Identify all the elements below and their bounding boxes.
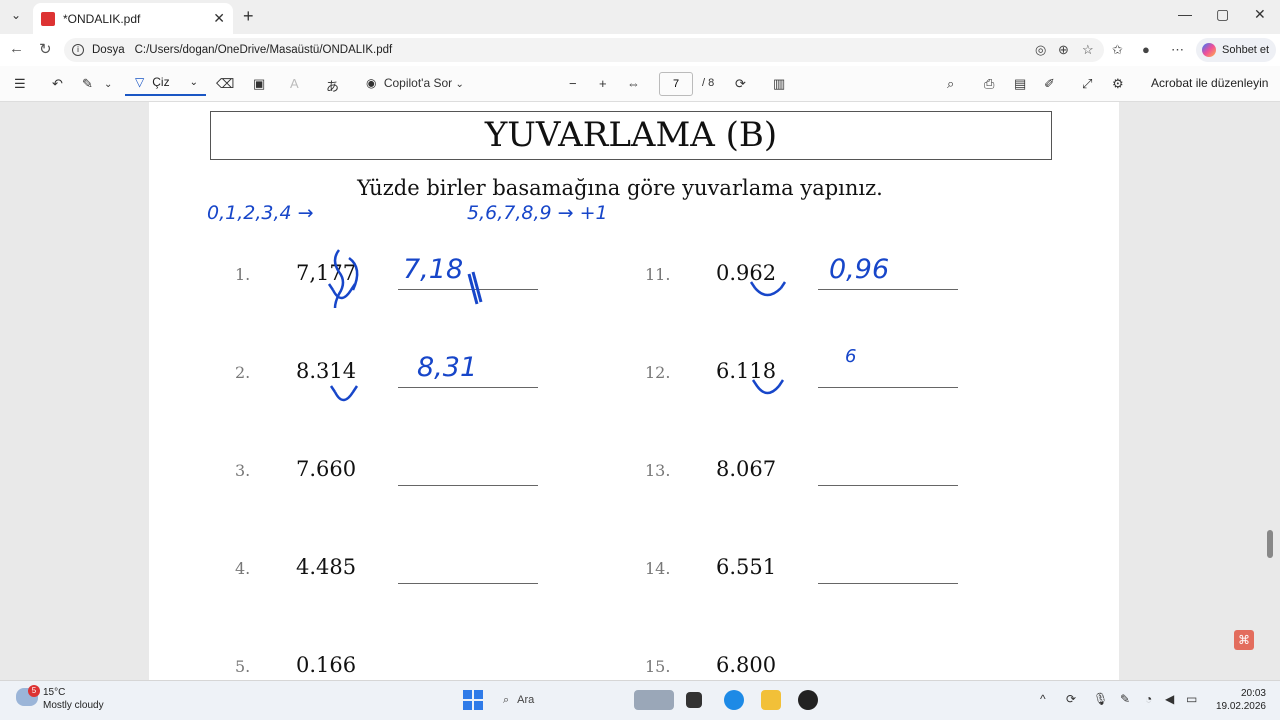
highlight-chevron-icon[interactable]: ⌄ xyxy=(104,79,112,90)
pdf-viewer: YUVARLAMA (B) Yüzde birler basamağına gö… xyxy=(0,102,1280,680)
acrobat-float-icon[interactable]: ⌘ xyxy=(1234,630,1254,650)
copilot-label: Sohbet et xyxy=(1222,44,1270,56)
tray-chevron-icon[interactable]: ^ xyxy=(1040,692,1046,706)
clock-time: 20:03 xyxy=(1240,688,1266,699)
maximize-button[interactable]: ▢ xyxy=(1216,6,1229,23)
read-aloud-icon[interactable]: ◎ xyxy=(1035,42,1046,58)
favorites-icon[interactable]: ✩ xyxy=(1112,42,1123,58)
copilot-ask-icon: ◉ xyxy=(366,76,377,90)
mic-icon[interactable]: 🎙 xyxy=(1093,692,1108,706)
zoom-icon[interactable]: ⊕ xyxy=(1058,42,1069,58)
draw-button[interactable]: ▽ Çiz ⌄ xyxy=(125,70,206,96)
undo-icon[interactable]: ↶ xyxy=(52,76,63,92)
close-tab-icon[interactable]: ✕ xyxy=(213,10,225,27)
obs-icon[interactable] xyxy=(798,690,818,710)
acrobat-edit-link[interactable]: Acrobat ile düzenleyin xyxy=(1151,76,1268,90)
settings-icon[interactable]: ⚙ xyxy=(1112,76,1124,92)
save-icon[interactable]: ▤ xyxy=(1014,76,1026,92)
new-tab-button[interactable]: + xyxy=(243,6,254,27)
more-icon[interactable]: ⋯ xyxy=(1171,42,1184,58)
copilot-ask-button[interactable]: ◉ Copilot'a Sor ⌄ xyxy=(366,76,464,90)
copilot-icon xyxy=(1202,43,1216,57)
page-number-input[interactable]: 7 xyxy=(659,72,693,96)
tab-title: *ONDALIK.pdf xyxy=(63,11,141,26)
copilot-ask-label: Copilot'a Sor xyxy=(383,76,453,90)
widgets-icon[interactable] xyxy=(634,690,674,710)
eraser-icon[interactable]: ⌫ xyxy=(216,76,234,92)
weather-widget[interactable]: 15°C Mostly cloudy xyxy=(43,686,104,712)
windows-start-icon[interactable] xyxy=(463,690,483,710)
volume-icon[interactable]: ◀ xyxy=(1165,692,1174,706)
battery-icon[interactable]: ▭ xyxy=(1186,692,1197,706)
close-window-button[interactable]: ✕ xyxy=(1254,6,1266,23)
tab-list-button[interactable]: ⌄ xyxy=(6,8,26,28)
task-view-icon[interactable] xyxy=(686,692,702,708)
info-icon[interactable]: i xyxy=(72,44,84,56)
file-explorer-icon[interactable] xyxy=(761,690,781,710)
back-button[interactable]: ← xyxy=(9,40,24,57)
draw-label: Çiz xyxy=(152,75,170,89)
translate-icon[interactable]: あ xyxy=(326,76,339,95)
edge-icon[interactable] xyxy=(724,690,744,710)
url-field[interactable]: i Dosya C:/Users/dogan/OneDrive/Masaüstü… xyxy=(64,38,1104,62)
text-box-icon[interactable]: ▣ xyxy=(253,76,265,92)
search-icon[interactable]: ⌕ xyxy=(947,76,954,92)
zoom-out-icon[interactable]: − xyxy=(569,76,577,91)
scrollbar[interactable] xyxy=(1266,102,1280,680)
pdf-page: YUVARLAMA (B) Yüzde birler basamağına gö… xyxy=(149,102,1119,680)
scrollbar-thumb[interactable] xyxy=(1267,530,1273,558)
url-text: C:/Users/dogan/OneDrive/Masaüstü/ONDALIK… xyxy=(134,44,393,56)
weather-desc: Mostly cloudy xyxy=(43,700,104,711)
pdf-icon xyxy=(41,11,55,26)
clock-date: 19.02.2026 xyxy=(1215,701,1266,712)
weather-temp: 15°C xyxy=(43,687,66,698)
page-total: / 8 xyxy=(702,77,715,89)
draw-icon: ▽ xyxy=(135,75,145,89)
rotate-icon[interactable]: ⟳ xyxy=(735,76,746,92)
taskbar-search-label: Ara xyxy=(517,694,535,706)
zoom-in-icon[interactable]: + xyxy=(599,76,607,91)
highlight-icon[interactable]: ✎ xyxy=(82,76,93,92)
contents-icon[interactable]: ☰ xyxy=(14,76,26,92)
fullscreen-icon[interactable]: ⤢ xyxy=(1082,76,1092,92)
weather-badge: 5 xyxy=(28,685,40,697)
draw-chevron-icon: ⌄ xyxy=(189,76,198,88)
clock[interactable]: 20:03 19.02.2026 xyxy=(1212,687,1266,713)
ink-strokes xyxy=(327,249,787,402)
copilot-ask-chevron-icon: ⌄ xyxy=(455,79,464,90)
tab-ondalik[interactable]: *ONDALIK.pdf ✕ xyxy=(33,3,233,34)
url-protocol: Dosya xyxy=(92,44,125,56)
taskbar-search[interactable]: ⌕ Ara xyxy=(495,688,585,712)
copilot-button[interactable]: Sohbet et xyxy=(1196,38,1276,62)
favorite-icon[interactable]: ☆ xyxy=(1082,42,1094,58)
pen-icon[interactable]: ✎ xyxy=(1120,692,1130,706)
save-as-icon[interactable]: ✐ xyxy=(1044,76,1055,92)
fit-page-icon[interactable]: ⇔ xyxy=(627,76,640,91)
search-glass-icon: ⌕ xyxy=(503,693,510,706)
profile-icon[interactable]: ● xyxy=(1142,42,1150,57)
print-icon[interactable]: ⎙ xyxy=(984,76,994,92)
page-view-icon[interactable]: ▥ xyxy=(773,76,785,92)
read-aloud-toolbar-icon[interactable]: A xyxy=(290,76,299,91)
minimize-button[interactable]: — xyxy=(1178,6,1192,22)
sync-icon[interactable]: ⟳ xyxy=(1066,692,1076,706)
refresh-button[interactable]: ↻ xyxy=(39,40,52,58)
wifi-icon[interactable]: ◔ xyxy=(1145,692,1152,706)
